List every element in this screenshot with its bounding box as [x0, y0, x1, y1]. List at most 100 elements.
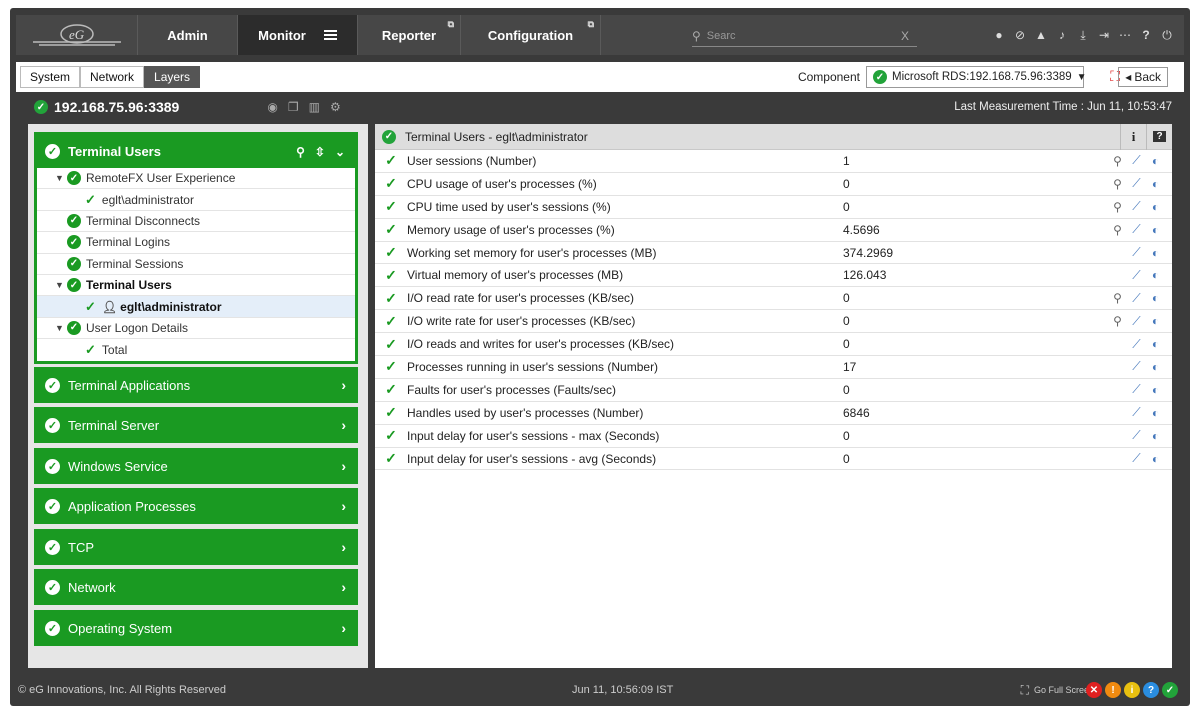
- history-icon[interactable]: ◐: [1149, 246, 1162, 260]
- trend-chart-icon[interactable]: ⟋: [1130, 222, 1143, 237]
- metric-row[interactable]: ✓ User sessions (Number) 1 ⚲ ⟋ ◐: [375, 150, 1172, 173]
- metric-row[interactable]: ✓ Faults for user's processes (Faults/sec…: [375, 379, 1172, 402]
- nav-monitor[interactable]: Monitor: [238, 15, 358, 55]
- metric-row[interactable]: ✓ Input delay for user's sessions - max (…: [375, 425, 1172, 448]
- history-icon[interactable]: ◐: [1149, 452, 1162, 466]
- search-icon[interactable]: ⚲: [1111, 291, 1124, 305]
- menu-icon[interactable]: [323, 28, 337, 42]
- help-icon[interactable]: ?: [1139, 28, 1153, 42]
- bell-icon[interactable]: ♪: [1055, 28, 1069, 42]
- user-icon[interactable]: ●: [992, 28, 1006, 42]
- layer-operating-system[interactable]: ✓ Operating System ›: [34, 610, 358, 646]
- history-icon[interactable]: ◐: [1149, 223, 1162, 237]
- chevron-down-icon[interactable]: ▼: [55, 173, 67, 183]
- search-icon[interactable]: ⚲: [1111, 154, 1124, 168]
- metric-row[interactable]: ✓ I/O read rate for user's processes (KB/…: [375, 287, 1172, 311]
- chevron-down-icon[interactable]: ⌄: [335, 145, 345, 159]
- help-icon[interactable]: ?: [1146, 123, 1172, 150]
- nav-admin[interactable]: Admin: [138, 15, 238, 55]
- tab-layers[interactable]: Layers: [144, 66, 201, 88]
- trend-chart-icon[interactable]: ⟋: [1130, 451, 1143, 466]
- signin-icon[interactable]: ⇥: [1097, 28, 1111, 42]
- trend-chart-icon[interactable]: ⟋: [1130, 245, 1143, 260]
- metric-row[interactable]: ✓ Handles used by user's processes (Numbe…: [375, 402, 1172, 425]
- history-icon[interactable]: ◐: [1149, 314, 1162, 328]
- search-icon[interactable]: ⚲: [1111, 223, 1124, 237]
- trend-chart-icon[interactable]: ⟋: [1130, 268, 1143, 283]
- settings-icon[interactable]: ⚙: [330, 100, 341, 114]
- search-icon[interactable]: ⚲: [1111, 200, 1124, 214]
- metric-row[interactable]: ✓ Virtual memory of user's processes (MB)…: [375, 264, 1172, 288]
- search-icon[interactable]: ⚲: [1111, 314, 1124, 328]
- search-icon[interactable]: ⚲: [1111, 177, 1124, 191]
- layer-tcp[interactable]: ✓ TCP ›: [34, 529, 358, 565]
- minor-alarm-icon[interactable]: i: [1124, 682, 1140, 698]
- trend-chart-icon[interactable]: ⟋: [1130, 176, 1143, 191]
- tree-item[interactable]: ✓ Terminal Disconnects: [37, 211, 355, 233]
- search-box[interactable]: ⚲ Searc X: [692, 25, 917, 47]
- history-icon[interactable]: ◐: [1149, 177, 1162, 191]
- tree-item[interactable]: ✓ Terminal Logins: [37, 232, 355, 254]
- alarm-icon[interactable]: ◉: [267, 100, 277, 114]
- tree-item[interactable]: ✓ Total: [37, 339, 355, 360]
- link-icon[interactable]: ⊘: [1013, 28, 1027, 42]
- close-icon[interactable]: X: [901, 29, 917, 43]
- history-icon[interactable]: ◐: [1149, 268, 1162, 282]
- tree-item-selected[interactable]: ✓ 👤︎ eglt\administrator: [37, 296, 355, 318]
- critical-alarm-icon[interactable]: ✕: [1086, 682, 1102, 698]
- history-icon[interactable]: ◐: [1149, 406, 1162, 420]
- chevron-down-icon[interactable]: ▼: [55, 323, 67, 333]
- layer-windows-service[interactable]: ✓ Windows Service ›: [34, 448, 358, 484]
- search-input[interactable]: Searc: [701, 30, 901, 42]
- component-dropdown[interactable]: ✓ Microsoft RDS:192.168.75.96:3389 ▼: [866, 66, 1087, 88]
- more-icon[interactable]: ⋯: [1118, 28, 1132, 42]
- history-icon[interactable]: ◐: [1149, 291, 1162, 305]
- metric-row[interactable]: ✓ Input delay for user's sessions - avg (…: [375, 448, 1172, 471]
- tab-system[interactable]: System: [20, 66, 81, 88]
- trend-chart-icon[interactable]: ⟋: [1130, 291, 1143, 306]
- fullscreen-button[interactable]: ⛶ Go Full Screen: [1021, 683, 1094, 698]
- trend-chart-icon[interactable]: ⟋: [1130, 359, 1143, 374]
- tree-item[interactable]: ▼ ✓ RemoteFX User Experience: [37, 168, 355, 190]
- download-icon[interactable]: ⤓: [1076, 28, 1090, 43]
- tree-item[interactable]: ▼ ✓ User Logon Details: [37, 318, 355, 340]
- trend-chart-icon[interactable]: ⟋: [1130, 382, 1143, 397]
- chart-icon[interactable]: ▥: [309, 100, 320, 114]
- metric-row[interactable]: ✓ I/O write rate for user's processes (KB…: [375, 310, 1172, 334]
- tree-item[interactable]: ✓ eglt\administrator: [37, 189, 355, 211]
- normal-status-icon[interactable]: ✓: [1162, 682, 1178, 698]
- power-icon[interactable]: ⏻: [1160, 28, 1174, 43]
- unknown-status-icon[interactable]: ?: [1143, 682, 1159, 698]
- metric-row[interactable]: ✓ CPU time used by user's sessions (%) 0 ⚲ ⟋…: [375, 196, 1172, 219]
- history-icon[interactable]: ◐: [1149, 154, 1162, 168]
- layer-header-terminal-users[interactable]: ✓ Terminal Users ⚲ ⇳ ⌄: [37, 135, 355, 168]
- back-button[interactable]: ◂ Back: [1118, 67, 1168, 87]
- layer-terminal-applications[interactable]: ✓ Terminal Applications ›: [34, 367, 358, 403]
- major-alarm-icon[interactable]: !: [1105, 682, 1121, 698]
- history-icon[interactable]: ◐: [1149, 429, 1162, 443]
- metric-row[interactable]: ✓ Working set memory for user's processes…: [375, 242, 1172, 265]
- layer-network[interactable]: ✓ Network ›: [34, 569, 358, 605]
- search-icon[interactable]: ⚲: [296, 145, 305, 159]
- metric-row[interactable]: ✓ I/O reads and writes for user's process…: [375, 333, 1172, 357]
- history-icon[interactable]: ◐: [1149, 360, 1162, 374]
- metric-row[interactable]: ✓ Processes running in user's sessions (N…: [375, 356, 1172, 379]
- layer-terminal-server[interactable]: ✓ Terminal Server ›: [34, 407, 358, 443]
- tree-item[interactable]: ▼ ✓ Terminal Users: [37, 275, 355, 297]
- trend-chart-icon[interactable]: ⟋: [1130, 153, 1143, 168]
- windows-icon[interactable]: ❐: [288, 100, 299, 114]
- trend-chart-icon[interactable]: ⟋: [1130, 199, 1143, 214]
- tab-network[interactable]: Network: [80, 66, 145, 88]
- nav-reporter[interactable]: Reporter ⧉: [358, 15, 461, 55]
- metric-row[interactable]: ✓ CPU usage of user's processes (%) 0 ⚲ ⟋ ◐: [375, 173, 1172, 196]
- alert-icon[interactable]: ▲: [1034, 28, 1048, 42]
- tree-item[interactable]: ✓ Terminal Sessions: [37, 254, 355, 275]
- layer-application-processes[interactable]: ✓ Application Processes ›: [34, 488, 358, 524]
- history-icon[interactable]: ◐: [1149, 200, 1162, 214]
- nav-configuration[interactable]: Configuration ⧉: [461, 15, 601, 55]
- eg-logo[interactable]: eG: [16, 15, 138, 55]
- trend-chart-icon[interactable]: ⟋: [1130, 314, 1143, 329]
- trend-chart-icon[interactable]: ⟋: [1130, 428, 1143, 443]
- chevron-down-icon[interactable]: ▼: [55, 280, 67, 290]
- collapse-all-icon[interactable]: ⇳: [315, 145, 325, 159]
